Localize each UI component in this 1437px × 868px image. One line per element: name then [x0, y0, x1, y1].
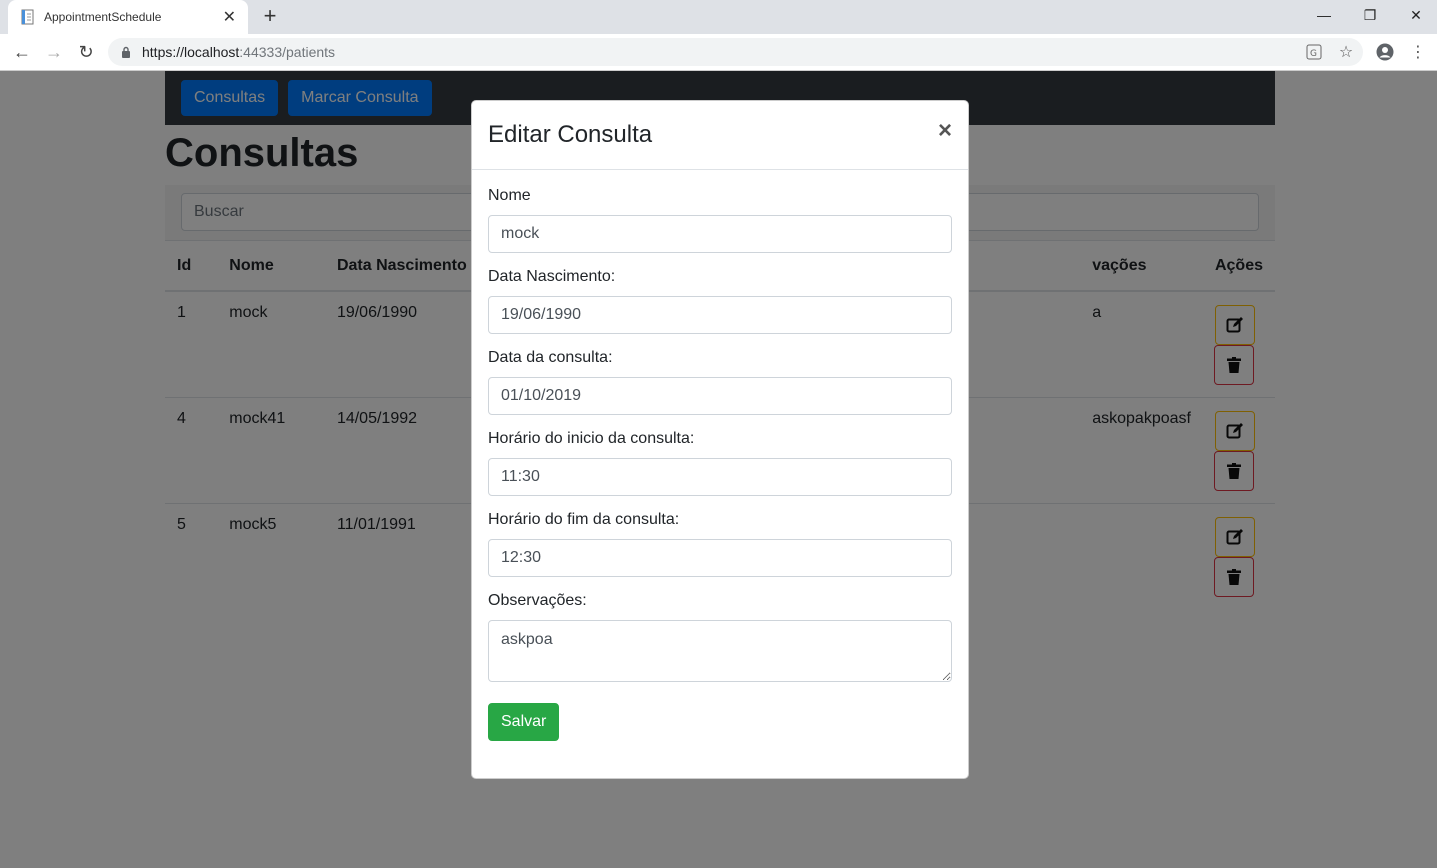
data-consulta-field[interactable]: 01/10/2019: [488, 377, 952, 415]
save-button[interactable]: Salvar: [488, 703, 560, 741]
browser-toolbar: ← → ↻ https://localhost:44333/patients G…: [0, 34, 1437, 71]
fim-label: Horário do fim da consulta:: [488, 511, 680, 528]
url-path: :44333/patients: [239, 44, 336, 60]
form-group-nascimento: Data Nascimento: 19/06/1990: [488, 267, 952, 334]
nome-field[interactable]: mock: [488, 215, 952, 253]
svg-text:G: G: [1310, 49, 1317, 59]
close-icon[interactable]: ×: [938, 119, 952, 143]
menu-icon[interactable]: ⋮: [1406, 40, 1430, 64]
forward-icon[interactable]: →: [42, 40, 66, 64]
address-bar[interactable]: https://localhost:44333/patients: [108, 38, 1363, 66]
form-group-nome: Nome mock: [488, 186, 952, 253]
observacoes-field[interactable]: askpoa: [488, 620, 952, 682]
nome-label: Nome: [488, 187, 531, 204]
nascimento-label: Data Nascimento:: [488, 268, 616, 285]
lock-icon: [122, 46, 130, 58]
modal-header: Editar Consulta ×: [472, 101, 968, 170]
modal-body: Nome mock Data Nascimento: 19/06/1990 Da…: [472, 170, 968, 741]
browser-tab[interactable]: AppointmentSchedule ✕: [8, 0, 248, 34]
translate-icon[interactable]: G: [1302, 40, 1326, 64]
form-group-data-consulta: Data da consulta: 01/10/2019: [488, 348, 952, 415]
modal-title: Editar Consulta: [488, 121, 653, 148]
tab-title: AppointmentSchedule: [44, 10, 162, 24]
form-group-observacoes: Observações: askpoa: [488, 591, 952, 687]
form-group-inicio: Horário do inicio da consulta: 11:30: [488, 429, 952, 496]
back-icon[interactable]: ←: [10, 40, 34, 64]
data-consulta-label: Data da consulta:: [488, 349, 613, 366]
bookmark-star-icon[interactable]: ☆: [1334, 40, 1358, 64]
observacoes-label: Observações:: [488, 592, 587, 609]
profile-icon[interactable]: [1373, 40, 1397, 64]
new-tab-icon[interactable]: +: [258, 4, 282, 28]
inicio-label: Horário do inicio da consulta:: [488, 430, 695, 447]
restore-icon[interactable]: ❐: [1347, 0, 1393, 30]
minimize-icon[interactable]: —: [1301, 0, 1347, 30]
edit-appointment-modal: Editar Consulta × Nome mock Data Nascime…: [471, 100, 969, 779]
inicio-field[interactable]: 11:30: [488, 458, 952, 496]
page-icon: [21, 9, 34, 25]
window-close-icon[interactable]: ✕: [1393, 0, 1437, 30]
browser-tabstrip: AppointmentSchedule ✕ + — ❐ ✕: [0, 0, 1437, 34]
nascimento-field[interactable]: 19/06/1990: [488, 296, 952, 334]
tab-close-icon[interactable]: ✕: [223, 7, 236, 27]
fim-field[interactable]: 12:30: [488, 539, 952, 577]
reload-icon[interactable]: ↻: [74, 40, 98, 64]
form-group-fim: Horário do fim da consulta: 12:30: [488, 510, 952, 577]
url-host: https://localhost: [142, 44, 240, 60]
